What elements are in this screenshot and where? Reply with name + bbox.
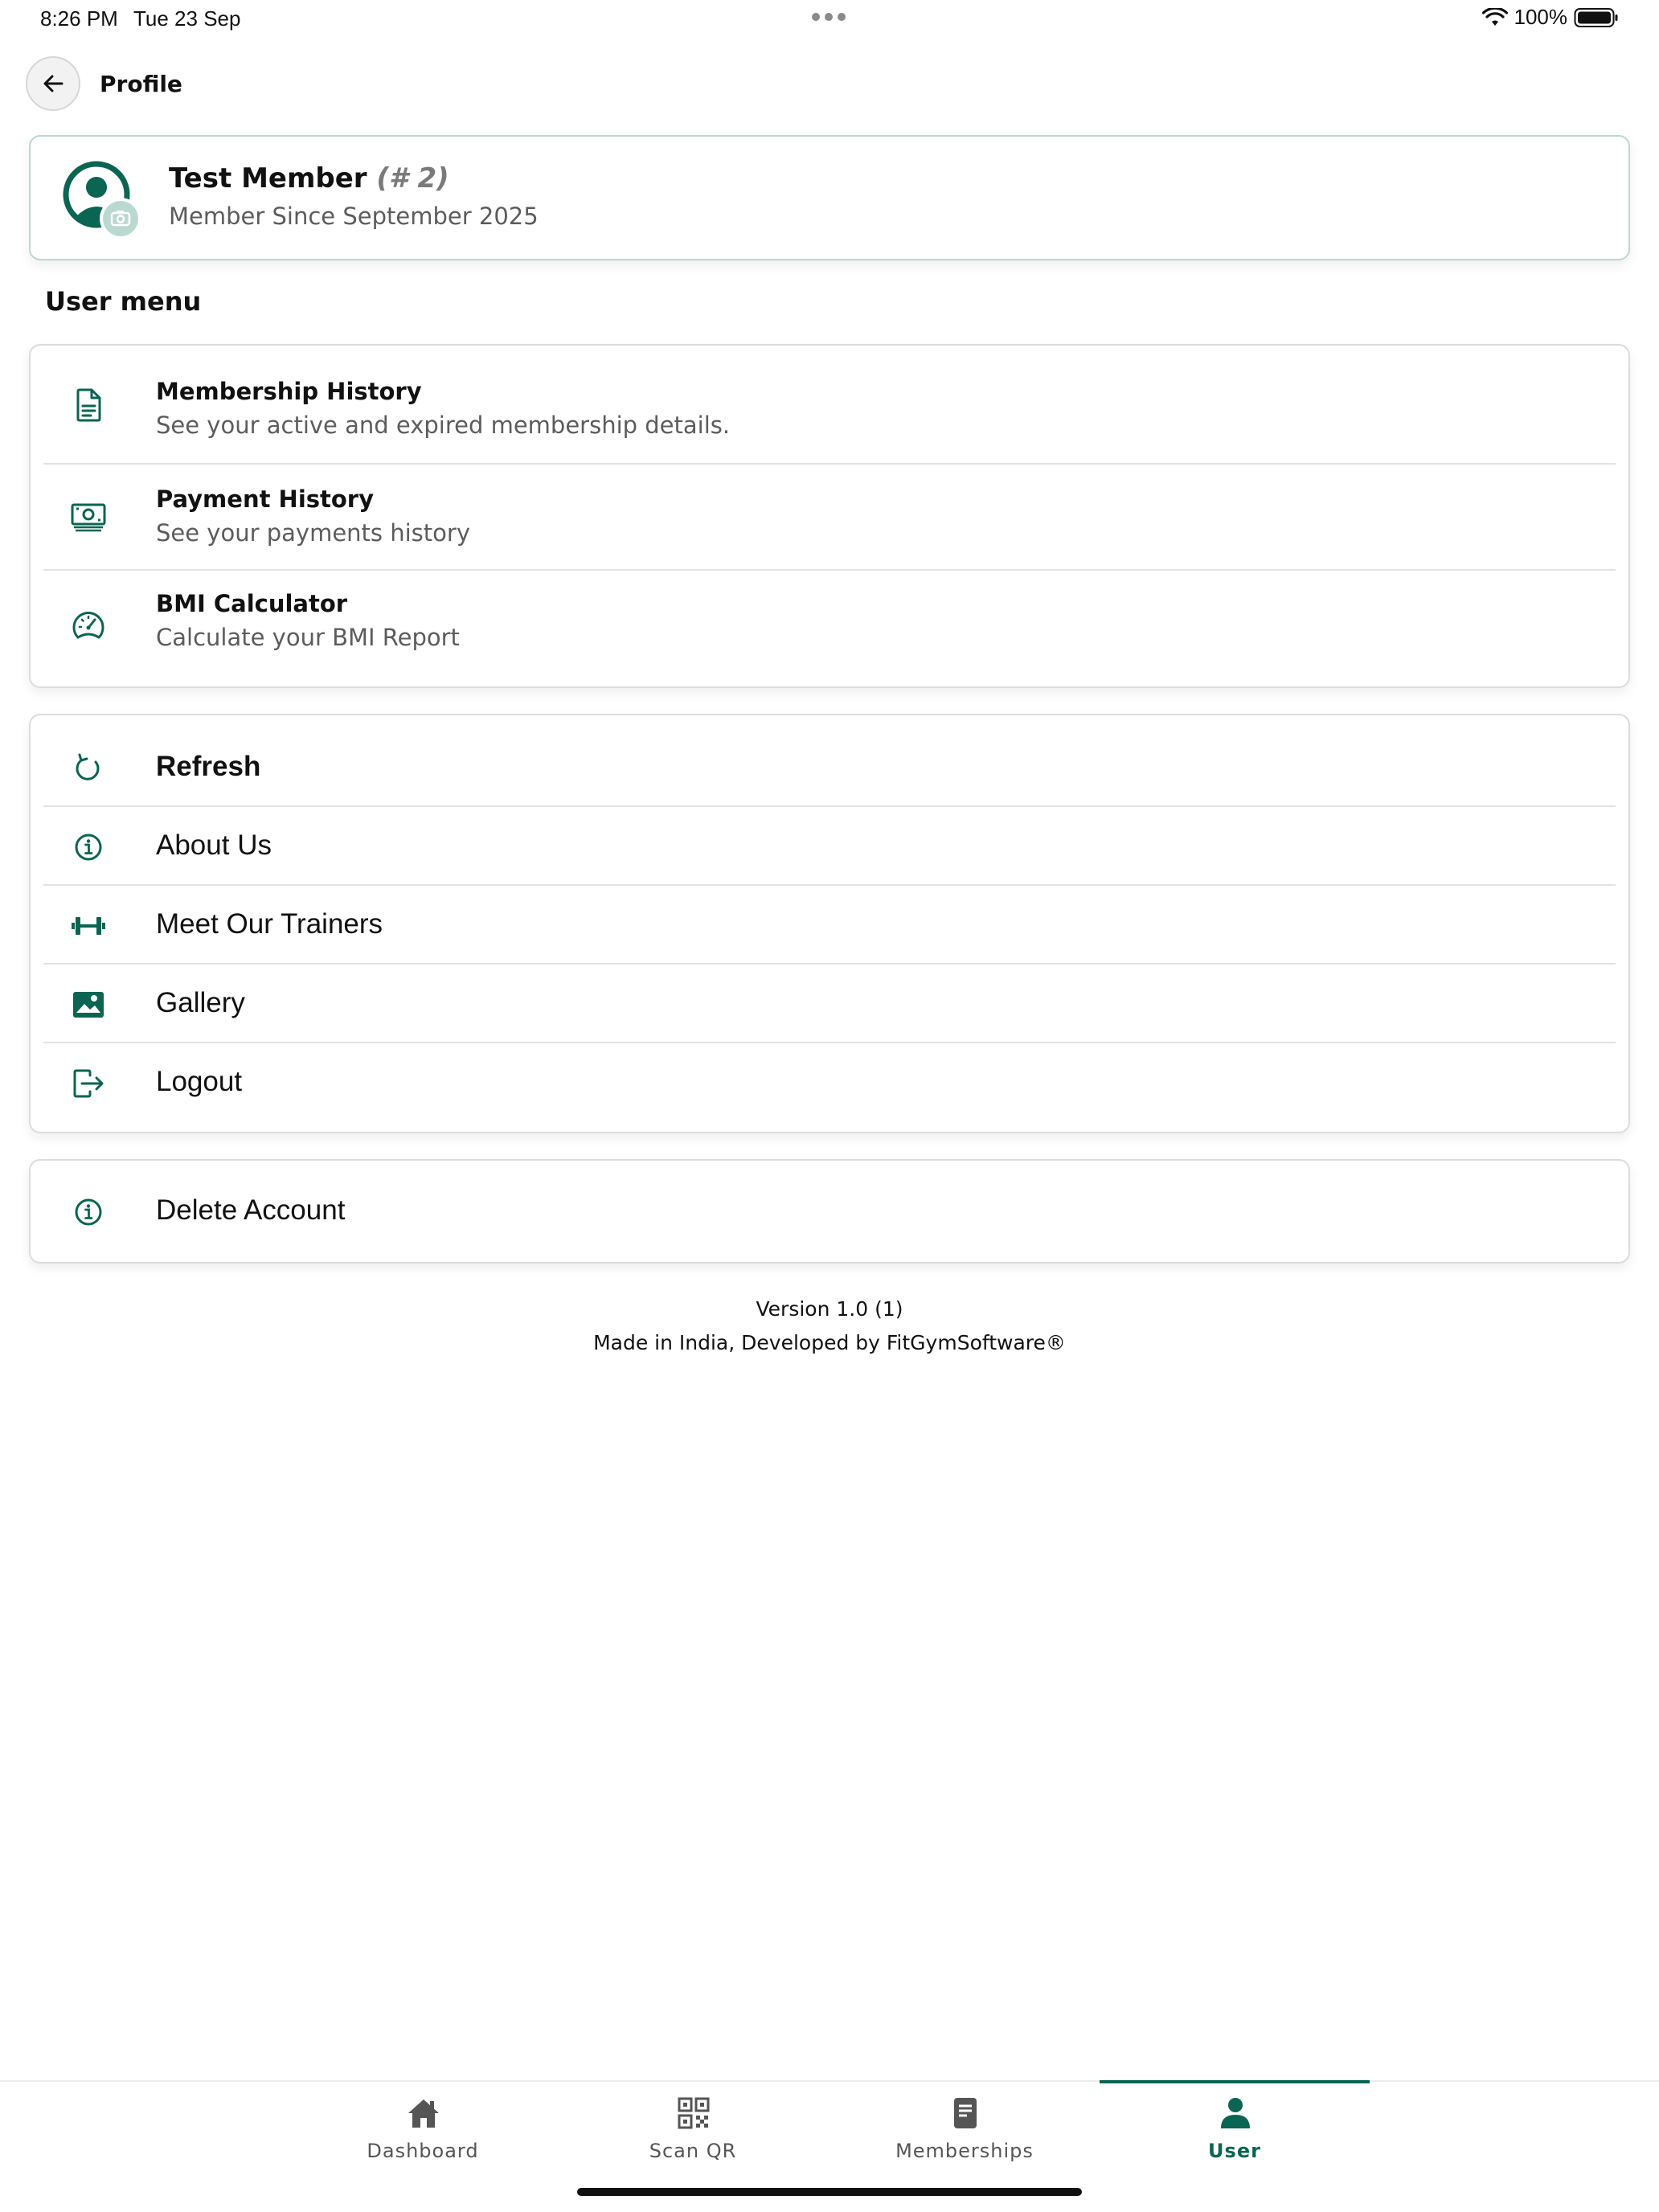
refresh-icon [69,749,108,788]
about-us-label: About Us [156,830,272,861]
about-us-item[interactable]: About Us [31,807,1628,886]
gallery-item[interactable]: Gallery [31,965,1628,1043]
battery-percent: 100% [1514,5,1568,29]
tab-dashboard-label: Dashboard [367,2140,479,2162]
member-id: (# 2) [376,162,449,195]
delete-account-card: Delete Account [29,1159,1630,1264]
arrow-left-icon [43,75,63,92]
image-icon [69,985,108,1024]
delete-account-label: Delete Account [156,1194,346,1226]
profile-card[interactable]: Test Member (# 2) Member Since September… [29,135,1630,260]
bmi-calculator-subtitle: Calculate your BMI Report [156,624,460,651]
info-icon [69,1193,108,1231]
membership-history-subtitle: See your active and expired membership d… [156,412,731,439]
tab-dashboard[interactable]: Dashboard [288,2082,558,2178]
qr-code-icon [678,2097,710,2129]
document-icon [69,386,108,424]
tab-memberships[interactable]: Memberships [830,2082,1100,2178]
made-in-text: Made in India, Developed by FitGymSoftwa… [593,1331,1066,1354]
user-menu-card: Membership History See your active and e… [29,344,1630,688]
avatar-icon[interactable] [63,161,143,241]
speedometer-icon [69,606,108,645]
member-name-text: Test Member [169,162,367,195]
logout-icon [69,1064,108,1103]
home-icon [408,2099,439,2128]
payment-history-title: Payment History [156,485,375,513]
member-since: Member Since September 2025 [169,203,539,230]
refresh-label: Refresh [156,751,261,782]
app-version: Version 1.0 (1) [756,1297,903,1321]
tab-scan-qr[interactable]: Scan QR [558,2082,828,2178]
status-right: 100% [1481,5,1620,30]
gallery-label: Gallery [156,987,245,1018]
user-icon [1221,2098,1250,2128]
cash-icon [69,498,108,537]
delete-account-item[interactable]: Delete Account [31,1161,1628,1262]
tab-user[interactable]: User [1100,2082,1370,2178]
refresh-item[interactable]: Refresh [31,715,1628,807]
tab-user-label: User [1208,2140,1261,2162]
status-bar: 8:26 PM Tue 23 Sep 100% [0,0,1659,40]
page-title: Profile [100,71,182,97]
info-icon [69,828,108,866]
bmi-calculator-title: BMI Calculator [156,590,348,617]
wifi-icon [1481,7,1508,26]
home-indicator[interactable] [577,2188,1082,2196]
membership-history-item[interactable]: Membership History See your active and e… [31,346,1628,465]
tab-memberships-label: Memberships [895,2140,1034,2162]
logout-label: Logout [156,1066,243,1097]
logout-item[interactable]: Logout [31,1043,1628,1132]
tab-scan-qr-label: Scan QR [649,2140,737,2162]
dumbbell-icon [69,907,108,945]
member-name: Test Member (# 2) [169,162,449,195]
status-date: Tue 23 Sep [133,6,241,31]
meet-our-trainers-label: Meet Our Trainers [156,908,383,940]
multitasking-dots-icon[interactable] [812,13,846,21]
payment-history-subtitle: See your payments history [156,519,470,547]
battery-icon [1574,7,1618,27]
status-time: 8:26 PM [40,6,118,31]
payment-history-item[interactable]: Payment History See your payments histor… [31,465,1628,571]
meet-our-trainers-item[interactable]: Meet Our Trainers [31,886,1628,965]
user-menu-title: User menu [45,286,202,317]
bmi-calculator-item[interactable]: BMI Calculator Calculate your BMI Report [31,571,1628,686]
actions-card: Refresh About Us Meet Our Trainers Galle… [29,714,1630,1133]
back-button[interactable] [26,56,80,111]
book-icon [954,2098,977,2128]
membership-history-title: Membership History [156,378,422,405]
